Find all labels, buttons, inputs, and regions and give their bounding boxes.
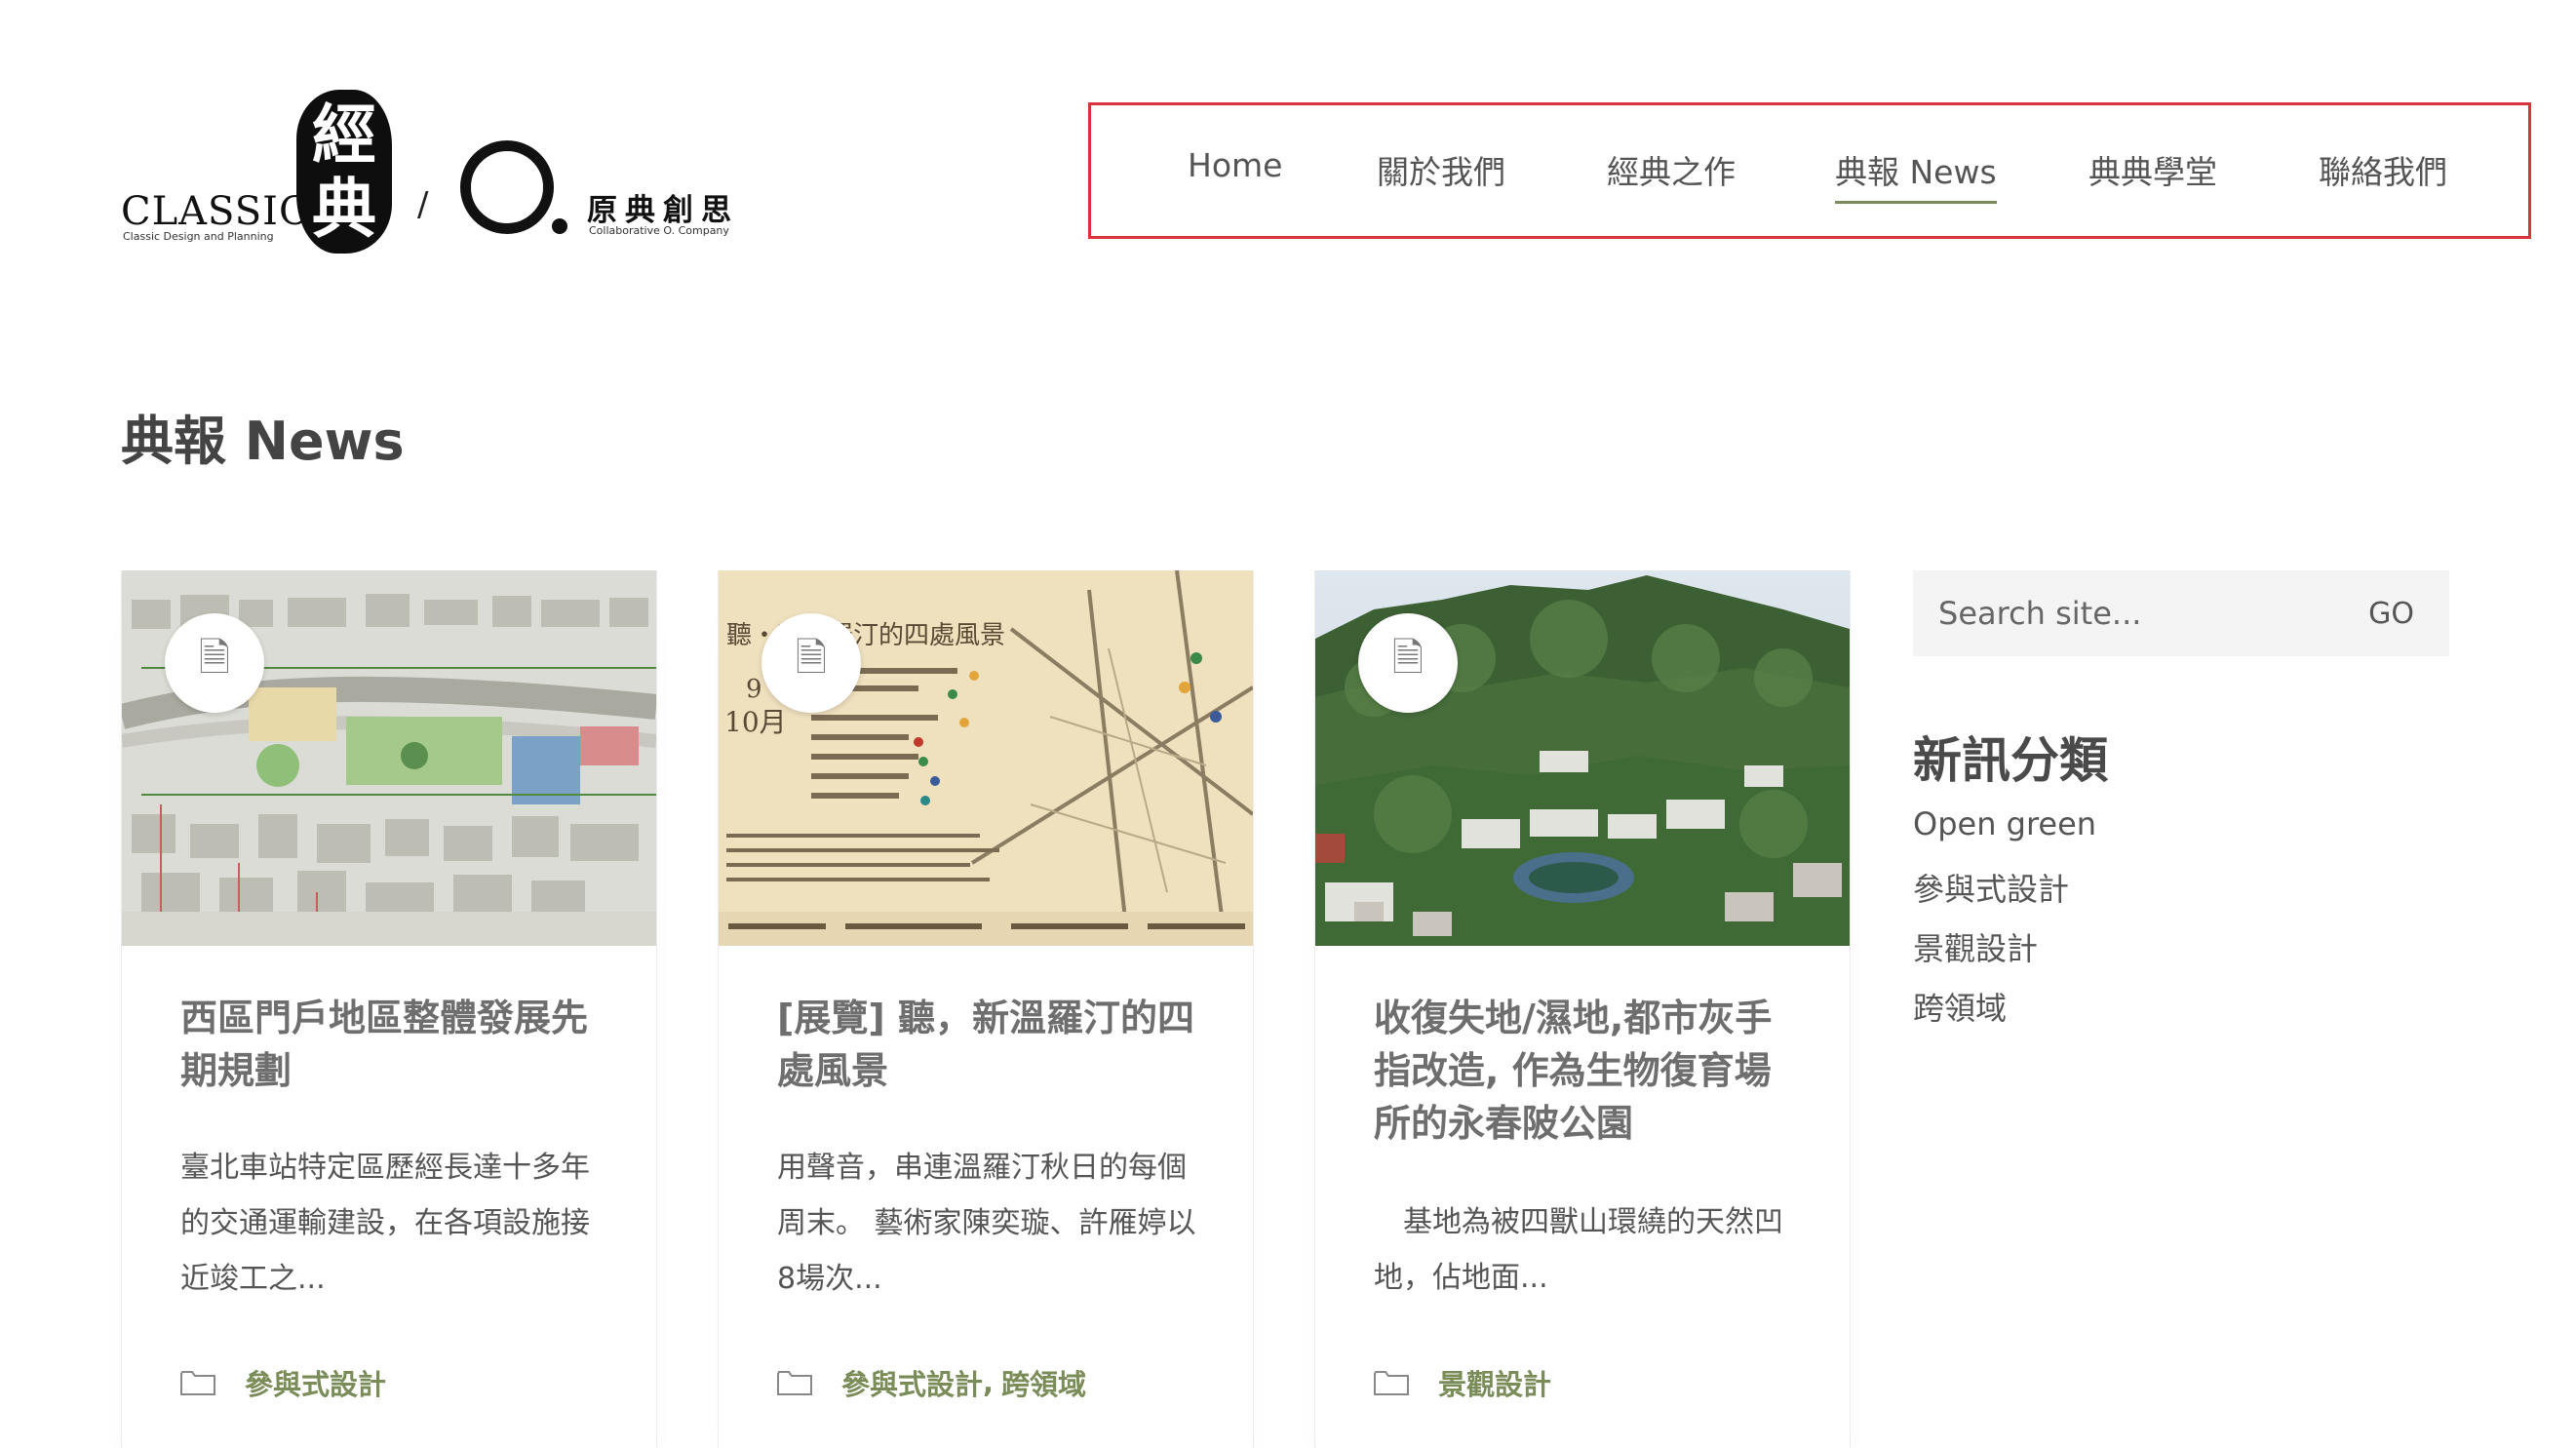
folder-icon bbox=[180, 1371, 215, 1395]
category-list-item: 跨領域 bbox=[1913, 984, 2096, 1043]
document-icon: 🗎 bbox=[761, 613, 861, 713]
nav-item-home[interactable]: Home bbox=[1188, 146, 1282, 192]
post-categories: 參與式設計 , 跨領域 bbox=[777, 1362, 1086, 1403]
post-card: 聽・新溫羅汀的四處風景 9 10月 🗎 [展覽] 聽，新溫羅汀的四處風景 用聲音… bbox=[718, 570, 1254, 1448]
category-list-item: 景觀設計 bbox=[1913, 924, 2096, 984]
post-card: 🗎 收復失地/濕地,都市灰手指改造, 作為生物復育場所的永春陂公園 基地為被四獸… bbox=[1314, 570, 1851, 1448]
category-link[interactable]: 跨領域 bbox=[1001, 1362, 1086, 1403]
search-input[interactable] bbox=[1913, 570, 2322, 656]
search-go-button[interactable]: GO bbox=[2362, 590, 2420, 637]
logo-seal: 經 典 bbox=[296, 90, 392, 254]
logo-ring-mark bbox=[460, 140, 554, 234]
document-icon: 🗎 bbox=[165, 613, 264, 713]
folder-icon bbox=[1374, 1371, 1409, 1395]
logo-yuan-subtitle: Collaborative O. Company bbox=[589, 224, 729, 237]
category-link-open-green[interactable]: Open green bbox=[1913, 805, 2096, 842]
logo-yuan-word: 原典創思 bbox=[587, 193, 739, 228]
post-thumbnail[interactable]: 聽・新溫羅汀的四處風景 9 10月 🗎 bbox=[719, 570, 1253, 946]
nav-item-contact[interactable]: 聯絡我們 bbox=[2319, 146, 2447, 201]
categories-heading: 新訊分類 bbox=[1913, 732, 2108, 789]
post-excerpt: 基地為被四獸山環繞的天然凹地，佔地面... bbox=[1374, 1205, 1783, 1295]
post-categories: 參與式設計 bbox=[180, 1362, 386, 1403]
nav-item-works[interactable]: 經典之作 bbox=[1607, 146, 1736, 201]
poster-month-oct: 10月 bbox=[724, 706, 787, 738]
site-logo[interactable]: CLASSIC Classic Design and Planning 經 典 … bbox=[121, 90, 745, 265]
category-link-participatory[interactable]: 參與式設計 bbox=[1913, 871, 2069, 908]
category-link-landscape[interactable]: 景觀設計 bbox=[1913, 930, 2038, 967]
category-link-interdisciplinary[interactable]: 跨領域 bbox=[1913, 990, 2007, 1027]
logo-classic-subtitle: Classic Design and Planning bbox=[123, 230, 274, 243]
post-title[interactable]: [展覽] 聽，新溫羅汀的四處風景 bbox=[777, 992, 1206, 1097]
post-excerpt: 用聲音，串連溫羅汀秋日的每個周末。 藝術家陳奕璇、許雁婷以8場次... bbox=[777, 1151, 1196, 1296]
logo-dot-mark bbox=[552, 218, 567, 234]
nav-item-academy[interactable]: 典典學堂 bbox=[2088, 146, 2217, 201]
category-list-item: Open green bbox=[1913, 805, 2096, 865]
post-thumbnail[interactable]: 🗎 bbox=[122, 570, 656, 946]
logo-classic-word: CLASSIC bbox=[121, 189, 310, 234]
seal-char-top: 經 bbox=[312, 97, 376, 173]
category-link[interactable]: 景觀設計 bbox=[1438, 1362, 1551, 1403]
post-card: 🗎 西區門戶地區整體發展先期規劃 臺北車站特定區歷經長達十多年的交通運輸建設，在… bbox=[121, 570, 657, 1448]
post-excerpt: 臺北車站特定區歷經長達十多年的交通運輸建設，在各項設施接近竣工之... bbox=[180, 1151, 590, 1296]
page-title: 典報 News bbox=[121, 411, 405, 472]
logo-divider: / bbox=[417, 185, 429, 224]
post-title[interactable]: 西區門戶地區整體發展先期規劃 bbox=[180, 992, 609, 1097]
poster-month-sep: 9 bbox=[746, 675, 762, 704]
category-link[interactable]: 參與式設計 bbox=[245, 1362, 386, 1403]
nav-item-about[interactable]: 關於我們 bbox=[1377, 146, 1505, 201]
document-icon: 🗎 bbox=[1358, 613, 1458, 713]
nav-highlight-box bbox=[1088, 102, 2531, 239]
post-categories: 景觀設計 bbox=[1374, 1362, 1551, 1403]
post-title[interactable]: 收復失地/濕地,都市灰手指改造, 作為生物復育場所的永春陂公園 bbox=[1374, 992, 1803, 1150]
search-form: GO bbox=[1913, 570, 2449, 656]
category-link[interactable]: 參與式設計 bbox=[841, 1362, 983, 1403]
seal-char-bottom: 典 bbox=[312, 171, 376, 247]
nav-item-news[interactable]: 典報 News bbox=[1835, 146, 1997, 204]
post-thumbnail[interactable]: 🗎 bbox=[1315, 570, 1850, 946]
category-list-item: 參與式設計 bbox=[1913, 865, 2096, 924]
category-separator: , bbox=[983, 1366, 995, 1399]
folder-icon bbox=[777, 1371, 812, 1395]
category-list: Open green 參與式設計 景觀設計 跨領域 bbox=[1913, 805, 2096, 1043]
